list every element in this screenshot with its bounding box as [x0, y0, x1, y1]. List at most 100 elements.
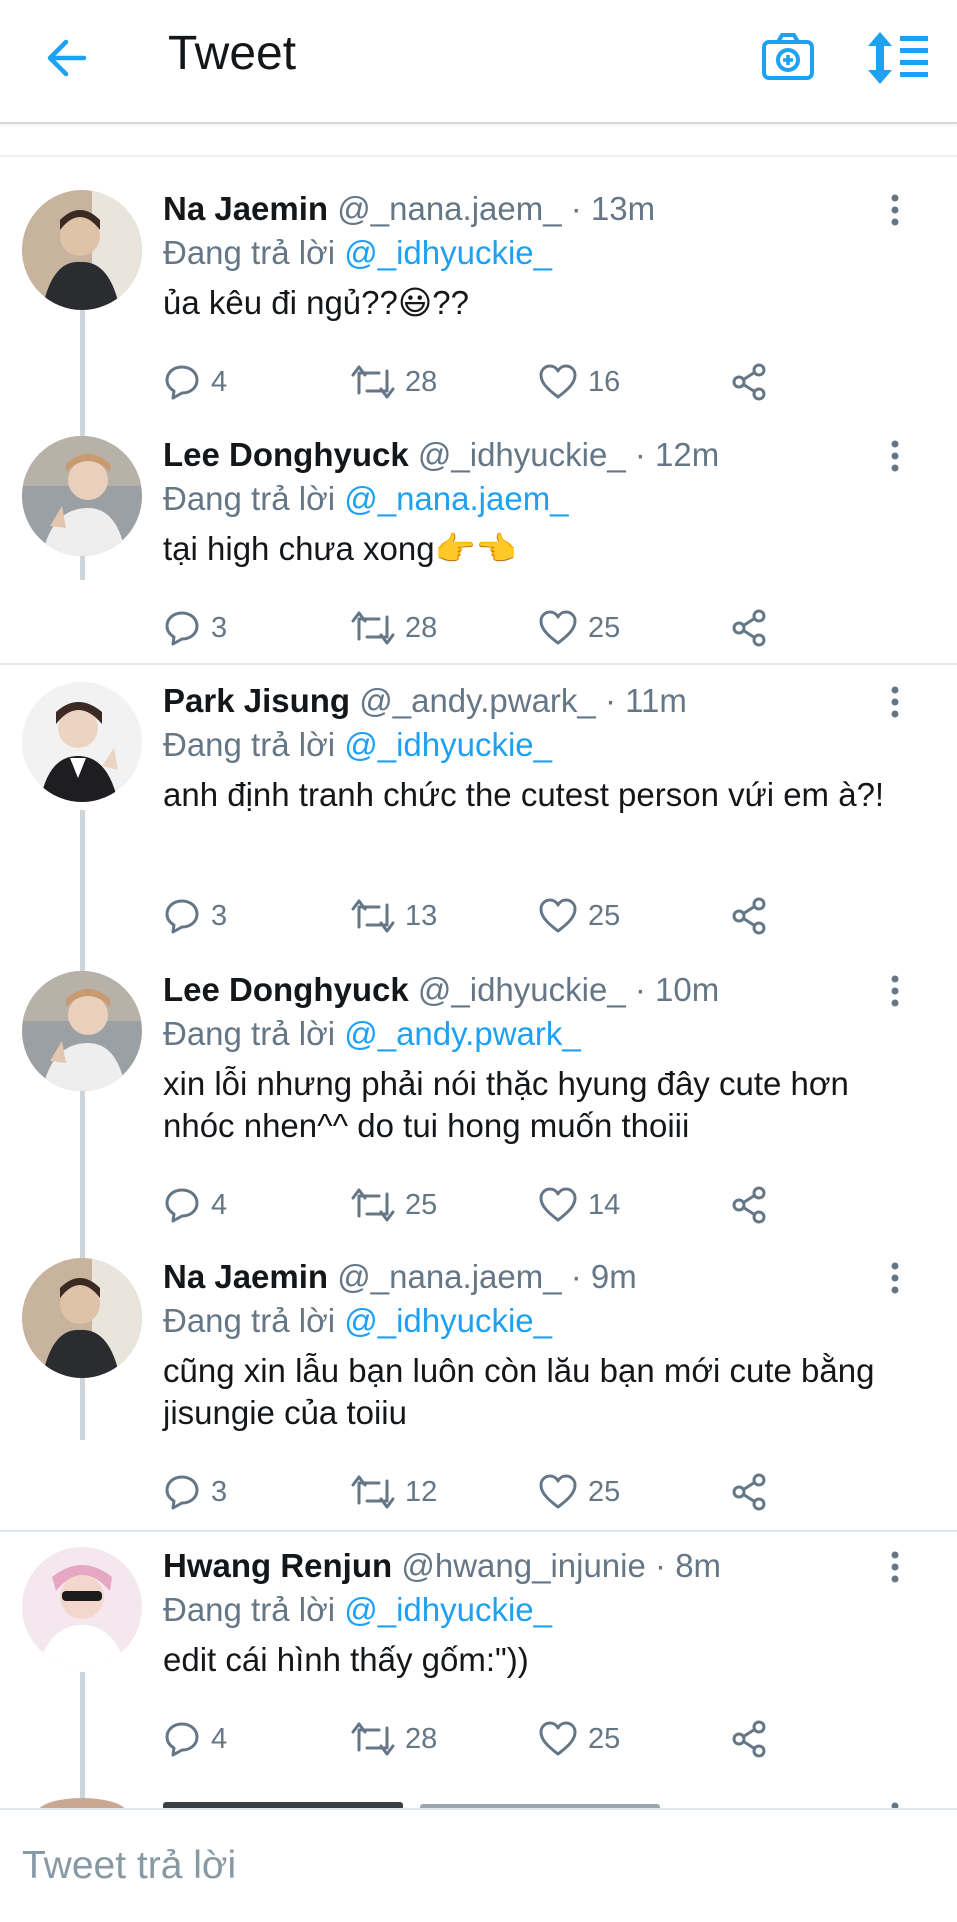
replying-to-label: Đang trả lời	[163, 1302, 336, 1339]
like-count: 25	[588, 611, 621, 644]
page-title: Tweet	[168, 27, 297, 80]
avatar[interactable]	[22, 436, 142, 556]
tweet-header: Park Jisung @_andy.pwark_ · 11m	[163, 682, 687, 720]
more-options-button[interactable]	[880, 1258, 910, 1298]
like-button[interactable]: 25	[538, 894, 620, 938]
tweet-text: xin lỗi nhưng phải nói thặc hyung đây cu…	[163, 1065, 849, 1144]
more-options-button[interactable]	[880, 190, 910, 230]
more-options-button[interactable]	[880, 1547, 910, 1587]
username[interactable]: @_andy.pwark_	[359, 682, 596, 719]
username[interactable]: @_idhyuckie_	[418, 436, 626, 473]
reply-count: 3	[211, 899, 228, 932]
share-button[interactable]	[729, 1183, 779, 1227]
reply-button[interactable]: 3	[163, 1470, 227, 1514]
share-button[interactable]	[729, 360, 779, 404]
comment-icon	[165, 365, 199, 400]
display-name[interactable]: Lee Donghyuck	[163, 971, 409, 1008]
reply-button[interactable]: 3	[163, 894, 227, 938]
comment-icon	[165, 611, 199, 646]
share-button[interactable]	[729, 1717, 779, 1761]
header-separator	[0, 155, 957, 157]
mention-link[interactable]: @_nana.jaem_	[344, 480, 568, 517]
username[interactable]: @_nana.jaem_	[337, 190, 561, 227]
username[interactable]: @hwang_injunie	[401, 1547, 646, 1584]
top-app-bar: Tweet	[0, 0, 957, 124]
retweet-icon	[351, 1722, 395, 1756]
retweet-button[interactable]: 28	[351, 360, 437, 404]
camera-button[interactable]	[758, 28, 818, 88]
timestamp: · 11m	[604, 682, 687, 719]
reply-input[interactable]	[20, 1840, 924, 1892]
camera-plus-icon	[762, 33, 814, 80]
vertical-dots-icon	[891, 440, 899, 472]
like-button[interactable]: 16	[538, 360, 620, 404]
avatar[interactable]	[22, 190, 142, 310]
reply-count: 3	[211, 611, 228, 644]
like-button[interactable]: 25	[538, 1717, 620, 1761]
heart-icon	[539, 1187, 577, 1222]
replying-to-label: Đang trả lời	[163, 1015, 336, 1052]
comment-icon	[165, 1188, 199, 1223]
mention-link[interactable]: @_idhyuckie_	[344, 1302, 552, 1339]
retweet-button[interactable]: 28	[351, 1717, 437, 1761]
tweet-header: Na Jaemin @_nana.jaem_ · 13m	[163, 190, 655, 228]
replying-to: Đang trả lời @_nana.jaem_	[163, 480, 569, 518]
reply-button[interactable]: 4	[163, 360, 227, 404]
display-name[interactable]: Lee Donghyuck	[163, 436, 409, 473]
conversation-divider	[0, 1530, 957, 1532]
tweet-text: ủa kêu đi ngủ??😃??	[163, 284, 469, 321]
retweet-icon	[351, 1188, 395, 1222]
timestamp: · 9m	[570, 1258, 637, 1295]
reply-button[interactable]: 4	[163, 1717, 227, 1761]
sort-button[interactable]	[866, 28, 930, 88]
retweet-button[interactable]: 28	[351, 606, 437, 650]
avatar[interactable]	[22, 1547, 142, 1667]
reply-button[interactable]: 3	[163, 606, 227, 650]
replying-to: Đang trả lời @_andy.pwark_	[163, 1015, 581, 1053]
share-icon	[732, 363, 766, 401]
display-name[interactable]: Na Jaemin	[163, 190, 328, 227]
mention-link[interactable]: @_idhyuckie_	[344, 234, 552, 271]
vertical-dots-icon	[891, 686, 899, 718]
arrow-left-icon	[47, 39, 87, 77]
display-name[interactable]: Na Jaemin	[163, 1258, 328, 1295]
display-name[interactable]: Park Jisung	[163, 682, 350, 719]
like-button[interactable]: 14	[538, 1183, 620, 1227]
vertical-dots-icon	[891, 1551, 899, 1583]
like-count: 25	[588, 1722, 621, 1755]
username[interactable]: @_nana.jaem_	[337, 1258, 561, 1295]
next-tweet-peek	[0, 1790, 957, 1810]
retweet-button[interactable]: 12	[351, 1470, 437, 1514]
share-button[interactable]	[729, 1470, 779, 1514]
mention-link[interactable]: @_andy.pwark_	[344, 1015, 581, 1052]
tweet-actions: 3 28 25	[163, 606, 803, 650]
share-button[interactable]	[729, 894, 779, 938]
tweet-text: edit cái hình thấy gốm:"))	[163, 1641, 529, 1678]
avatar[interactable]	[22, 682, 142, 802]
more-options-button[interactable]	[880, 436, 910, 476]
replying-to-label: Đang trả lời	[163, 726, 336, 763]
avatar[interactable]	[22, 971, 142, 1091]
share-icon	[732, 1473, 766, 1511]
retweet-button[interactable]: 25	[351, 1183, 437, 1227]
more-options-button[interactable]	[880, 971, 910, 1011]
heart-icon	[539, 610, 577, 645]
avatar[interactable]	[22, 1258, 142, 1378]
like-button[interactable]: 25	[538, 606, 620, 650]
heart-icon	[539, 898, 577, 933]
back-button[interactable]	[38, 30, 94, 86]
like-button[interactable]: 25	[538, 1470, 620, 1514]
comment-icon	[165, 1722, 199, 1757]
username[interactable]: @_idhyuckie_	[418, 971, 626, 1008]
more-options-button[interactable]	[880, 682, 910, 722]
like-count: 25	[588, 899, 621, 932]
display-name[interactable]: Hwang Renjun	[163, 1547, 392, 1584]
tweet-text: cũng xin lẫu bạn luôn còn lău bạn mới cu…	[163, 1352, 875, 1431]
replying-to-label: Đang trả lời	[163, 1591, 336, 1628]
retweet-button[interactable]: 13	[351, 894, 437, 938]
mention-link[interactable]: @_idhyuckie_	[344, 1591, 552, 1628]
share-button[interactable]	[729, 606, 779, 650]
timestamp: · 13m	[570, 190, 656, 227]
mention-link[interactable]: @_idhyuckie_	[344, 726, 552, 763]
reply-button[interactable]: 4	[163, 1183, 227, 1227]
